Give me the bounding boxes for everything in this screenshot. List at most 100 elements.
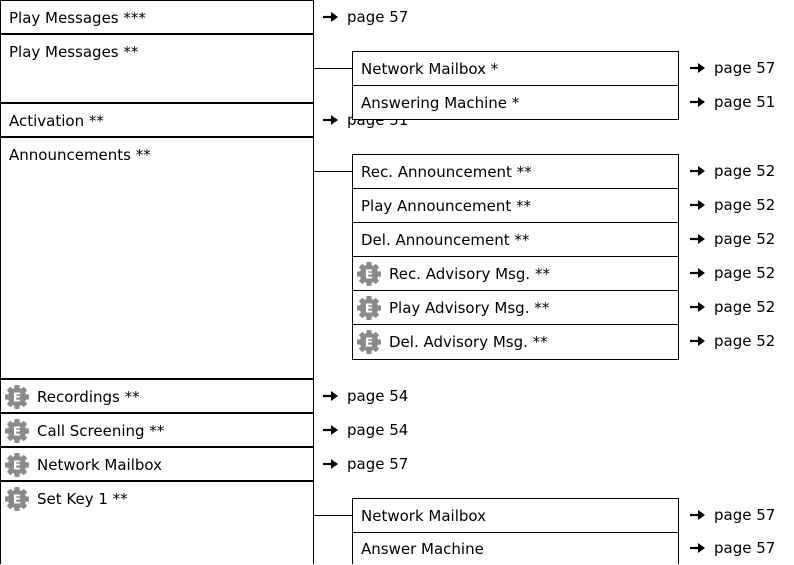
menu-item-network-mailbox[interactable]: E Network Mailbox [1, 448, 313, 482]
page-reference-call-screening[interactable]: page 54 [323, 413, 408, 447]
submenu-item-network-mailbox[interactable]: Network Mailbox * [353, 52, 678, 86]
label: Play Messages *** [9, 9, 146, 27]
expert-mode-icon: E [357, 295, 381, 320]
page-ref-text: page 51 [714, 93, 776, 111]
page-reference[interactable]: page 52 [690, 222, 775, 256]
label: Call Screening ** [37, 422, 165, 440]
page-ref-text: page 52 [714, 196, 776, 214]
submenu-set-key-1: Network Mailbox Answer Machine [352, 498, 679, 564]
page-ref-text: page 52 [714, 298, 776, 316]
right-arrow-icon [323, 424, 339, 436]
page-reference[interactable]: page 52 [690, 256, 775, 290]
label: Set Key 1 ** [37, 490, 128, 508]
menu-item-announcements[interactable]: Announcements ** [1, 138, 313, 172]
menu-item-activation[interactable]: Activation ** [1, 104, 313, 138]
svg-text:E: E [365, 336, 373, 350]
page-ref-text: page 52 [714, 162, 776, 180]
svg-text:E: E [13, 425, 21, 439]
page-reference[interactable]: page 51 [690, 85, 775, 119]
submenu-play-messages: Network Mailbox * Answering Machine * [352, 51, 679, 120]
label: Announcements ** [9, 146, 151, 164]
right-arrow-icon [690, 165, 706, 177]
submenu-connector [313, 171, 353, 172]
right-arrow-icon [690, 199, 706, 211]
menu-announcements[interactable]: Announcements ** [0, 137, 314, 379]
submenu-item-del-advisory-msg[interactable]: E Del. Advisory Msg. ** [353, 325, 678, 359]
svg-text:E: E [13, 459, 21, 473]
menu-item-call-screening[interactable]: E Call Screening ** [1, 414, 313, 448]
right-arrow-icon [690, 62, 706, 74]
page-ref-text: page 54 [347, 387, 409, 405]
right-arrow-icon [323, 11, 339, 23]
page-ref-text: page 57 [714, 59, 776, 77]
menu-set-key-1[interactable]: E Set Key 1 ** [0, 481, 314, 564]
label: Network Mailbox [37, 456, 162, 474]
right-arrow-icon [690, 233, 706, 245]
expert-mode-icon: E [357, 261, 381, 286]
menu-recordings[interactable]: E Recordings ** [0, 379, 314, 413]
right-arrow-icon [690, 335, 706, 347]
label: Play Announcement ** [361, 196, 531, 215]
submenu-item-network-mailbox[interactable]: Network Mailbox [353, 499, 678, 533]
menu-play-messages-2[interactable]: Play Messages ** [0, 34, 314, 103]
menu-item-play-messages-3[interactable]: Play Messages *** [1, 1, 313, 35]
label: Rec. Advisory Msg. ** [389, 264, 550, 283]
expert-mode-icon: E [5, 419, 29, 443]
page-reference[interactable]: page 57 [690, 498, 775, 532]
page-ref-text: page 52 [714, 230, 776, 248]
svg-text:E: E [365, 267, 373, 281]
label: Recordings ** [37, 388, 140, 406]
page-ref-text: page 52 [714, 332, 776, 350]
menu-network-mailbox[interactable]: E Network Mailbox [0, 447, 314, 481]
page-reference[interactable]: page 52 [690, 154, 775, 188]
submenu-connector [313, 68, 353, 69]
menu-item-recordings[interactable]: E Recordings ** [1, 380, 313, 414]
page-reference[interactable]: page 57 [690, 51, 775, 85]
submenu-item-answering-machine[interactable]: Answering Machine * [353, 86, 678, 120]
label: Answering Machine * [361, 94, 520, 112]
expert-mode-icon: E [357, 330, 381, 354]
submenu-item-del-announcement[interactable]: Del. Announcement ** [353, 223, 678, 257]
menu-item-set-key-1[interactable]: E Set Key 1 ** [1, 482, 313, 516]
label: Answer Machine [361, 539, 484, 558]
right-arrow-icon [690, 541, 706, 554]
page-ref-text: page 57 [347, 8, 409, 26]
svg-text:E: E [13, 391, 21, 405]
label: Activation ** [9, 112, 104, 130]
expert-mode-icon: E [5, 385, 29, 409]
submenu-item-play-advisory-msg[interactable]: E Play Advisory Msg. ** [353, 291, 678, 325]
page-reference-play-messages-3[interactable]: page 57 [323, 0, 408, 34]
menu-item-play-messages-2[interactable]: Play Messages ** [1, 35, 313, 69]
menu-play-messages-3[interactable]: Play Messages *** [0, 0, 314, 34]
submenu-item-answer-machine[interactable]: Answer Machine [353, 532, 678, 565]
submenu-item-play-announcement[interactable]: Play Announcement ** [353, 189, 678, 223]
label: Rec. Announcement ** [361, 162, 532, 181]
page-ref-text: page 52 [714, 264, 776, 282]
page-reference-network-mailbox[interactable]: page 57 [323, 447, 408, 481]
right-arrow-icon [690, 96, 706, 108]
menu-call-screening[interactable]: E Call Screening ** [0, 413, 314, 447]
expert-mode-icon: E [5, 487, 29, 511]
right-arrow-icon [323, 458, 339, 470]
submenu-announcements: Rec. Announcement ** Play Announcement *… [352, 154, 679, 360]
menu-activation[interactable]: Activation ** [0, 103, 314, 137]
page-reference[interactable]: page 52 [690, 324, 775, 358]
right-arrow-icon [690, 267, 706, 279]
page-ref-text: page 57 [714, 506, 776, 524]
submenu-item-rec-announcement[interactable]: Rec. Announcement ** [353, 155, 678, 189]
page-ref-text: page 54 [347, 421, 409, 439]
page-reference[interactable]: page 57 [690, 531, 775, 564]
page-ref-text: page 57 [714, 538, 776, 557]
right-arrow-icon [690, 301, 706, 313]
page-reference[interactable]: page 52 [690, 290, 775, 324]
label: Network Mailbox [361, 506, 486, 525]
label: Play Advisory Msg. ** [389, 298, 550, 317]
page-reference[interactable]: page 52 [690, 188, 775, 222]
page-ref-text: page 57 [347, 455, 409, 473]
submenu-item-rec-advisory-msg[interactable]: E Rec. Advisory Msg. ** [353, 257, 678, 291]
label: Play Messages ** [9, 43, 139, 61]
submenu-connector [313, 515, 353, 516]
page-reference-recordings[interactable]: page 54 [323, 379, 408, 413]
right-arrow-icon [323, 390, 339, 402]
label: Del. Announcement ** [361, 230, 530, 249]
